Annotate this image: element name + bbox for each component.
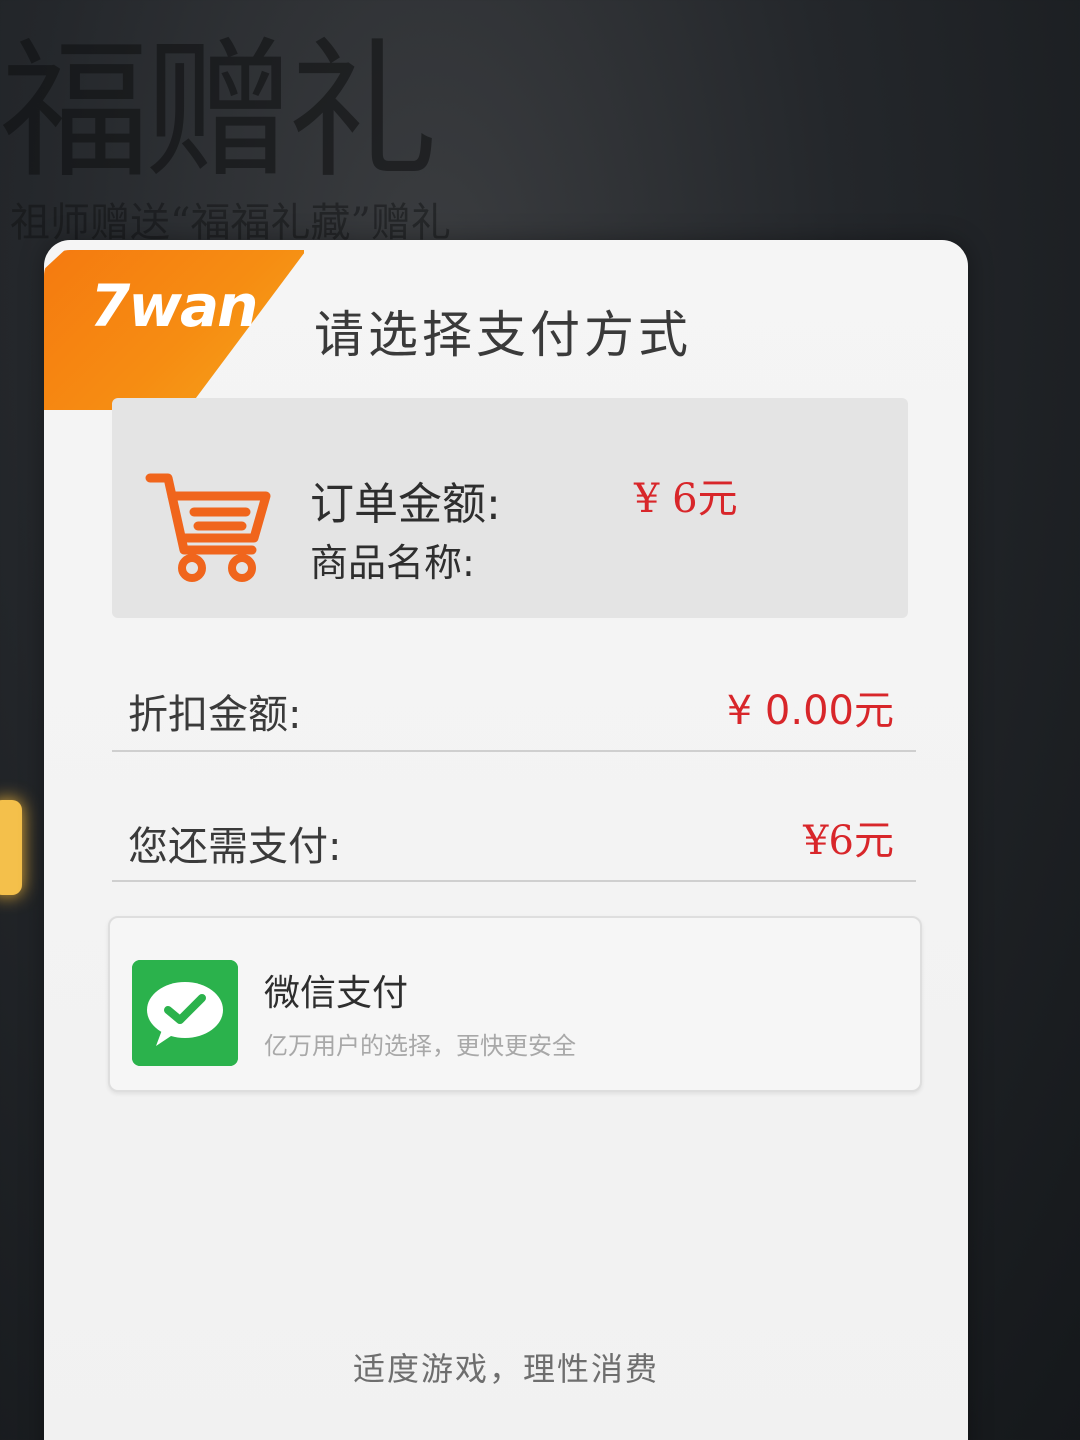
order-amount-value: ¥ 6元 — [634, 476, 738, 522]
amount-due-value: ¥6元 — [803, 818, 894, 864]
wechat-pay-description: 亿万用户的选择，更快更安全 — [264, 1032, 576, 1060]
background-glow — [0, 800, 22, 895]
wechat-pay-title: 微信支付 — [264, 973, 409, 1014]
wechat-pay-icon[interactable] — [132, 960, 238, 1066]
brand-logo: 7wan — [90, 272, 258, 340]
payment-dialog: 7wan 请选择支付方式 订单金额: ¥ 6元 商品名称: 折扣金额: ¥ 0.… — [44, 240, 968, 1440]
goods-name-label: 商品名称: — [310, 541, 475, 585]
discount-value: ¥ 0.00元 — [726, 688, 894, 734]
order-amount-label: 订单金额: — [310, 479, 501, 530]
divider — [112, 880, 916, 882]
divider — [112, 750, 916, 752]
amount-due-label: 您还需支付: — [128, 824, 342, 870]
discount-label: 折扣金额: — [128, 692, 302, 738]
footer-note: 适度游戏，理性消费 — [352, 1350, 659, 1388]
background-title: 福赠礼 — [0, 25, 438, 199]
shopping-cart-icon — [145, 473, 271, 582]
dialog-title: 请选择支付方式 — [314, 306, 692, 364]
